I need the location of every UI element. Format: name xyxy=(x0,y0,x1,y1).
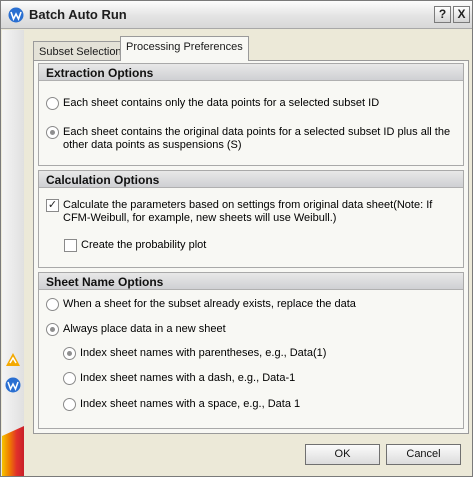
sheet-name-options-group: Sheet Name Options When a sheet for the … xyxy=(38,272,464,429)
radio-button-selected[interactable] xyxy=(63,347,76,360)
extraction-options-group: Extraction Options Each sheet contains o… xyxy=(38,63,464,166)
radio-button-selected[interactable] xyxy=(46,323,59,336)
extraction-options-header: Extraction Options xyxy=(39,64,463,81)
probability-plot-checkbox-row[interactable]: Create the probability plot xyxy=(64,239,444,252)
help-button[interactable]: ? xyxy=(434,6,451,23)
radio-button[interactable] xyxy=(46,97,59,110)
option-label: When a sheet for the subset already exis… xyxy=(63,298,356,310)
radio-button[interactable] xyxy=(63,398,76,411)
option-label: Each sheet contains the original data po… xyxy=(63,126,451,151)
extraction-option-with-suspensions[interactable]: Each sheet contains the original data po… xyxy=(46,126,460,152)
left-accent-strip xyxy=(2,30,24,476)
option-label: Index sheet names with a space, e.g., Da… xyxy=(80,398,301,410)
index-dash-option[interactable]: Index sheet names with a dash, e.g., Dat… xyxy=(63,372,458,385)
radio-button[interactable] xyxy=(46,298,59,311)
title-bar: Batch Auto Run ? X xyxy=(1,1,472,29)
option-label: Each sheet contains only the data points… xyxy=(63,97,380,109)
close-button[interactable]: X xyxy=(453,6,470,23)
dialog-content: Subset Selection Processing Preferences … xyxy=(25,30,472,476)
app-icon xyxy=(8,7,24,23)
option-label: Create the probability plot xyxy=(81,239,207,251)
alert-app-icon xyxy=(6,353,20,366)
weibull-small-icon xyxy=(5,377,21,393)
calc-params-checkbox-row[interactable]: ✓ Calculate the parameters based on sett… xyxy=(46,199,458,225)
option-label: Always place data in a new sheet xyxy=(63,323,226,335)
radio-button-selected[interactable] xyxy=(46,126,59,139)
option-label: Index sheet names with a dash, e.g., Dat… xyxy=(80,372,296,384)
checkbox-checked[interactable]: ✓ xyxy=(46,199,59,212)
cancel-button[interactable]: Cancel xyxy=(386,444,461,465)
radio-button[interactable] xyxy=(63,372,76,385)
tab-processing-preferences[interactable]: Processing Preferences xyxy=(120,36,249,61)
checkbox[interactable] xyxy=(64,239,77,252)
index-space-option[interactable]: Index sheet names with a space, e.g., Da… xyxy=(63,398,458,411)
calculation-options-group: Calculation Options ✓ Calculate the para… xyxy=(38,170,464,268)
extraction-option-subset-only[interactable]: Each sheet contains only the data points… xyxy=(46,97,458,110)
option-label: Calculate the parameters based on settin… xyxy=(63,199,433,224)
decorative-rainbow xyxy=(2,426,24,476)
index-parentheses-option[interactable]: Index sheet names with parentheses, e.g.… xyxy=(63,347,458,360)
tab-subset-selection[interactable]: Subset Selection xyxy=(33,41,128,60)
window-title: Batch Auto Run xyxy=(29,7,127,22)
tab-panel: Extraction Options Each sheet contains o… xyxy=(33,60,469,434)
replace-data-option[interactable]: When a sheet for the subset already exis… xyxy=(46,298,458,311)
new-sheet-option[interactable]: Always place data in a new sheet xyxy=(46,323,458,336)
batch-auto-run-dialog: Batch Auto Run ? X Subset Selection Proc… xyxy=(0,0,473,477)
sheet-name-options-header: Sheet Name Options xyxy=(39,273,463,290)
calculation-options-header: Calculation Options xyxy=(39,171,463,188)
option-label: Index sheet names with parentheses, e.g.… xyxy=(80,347,327,359)
ok-button[interactable]: OK xyxy=(305,444,380,465)
